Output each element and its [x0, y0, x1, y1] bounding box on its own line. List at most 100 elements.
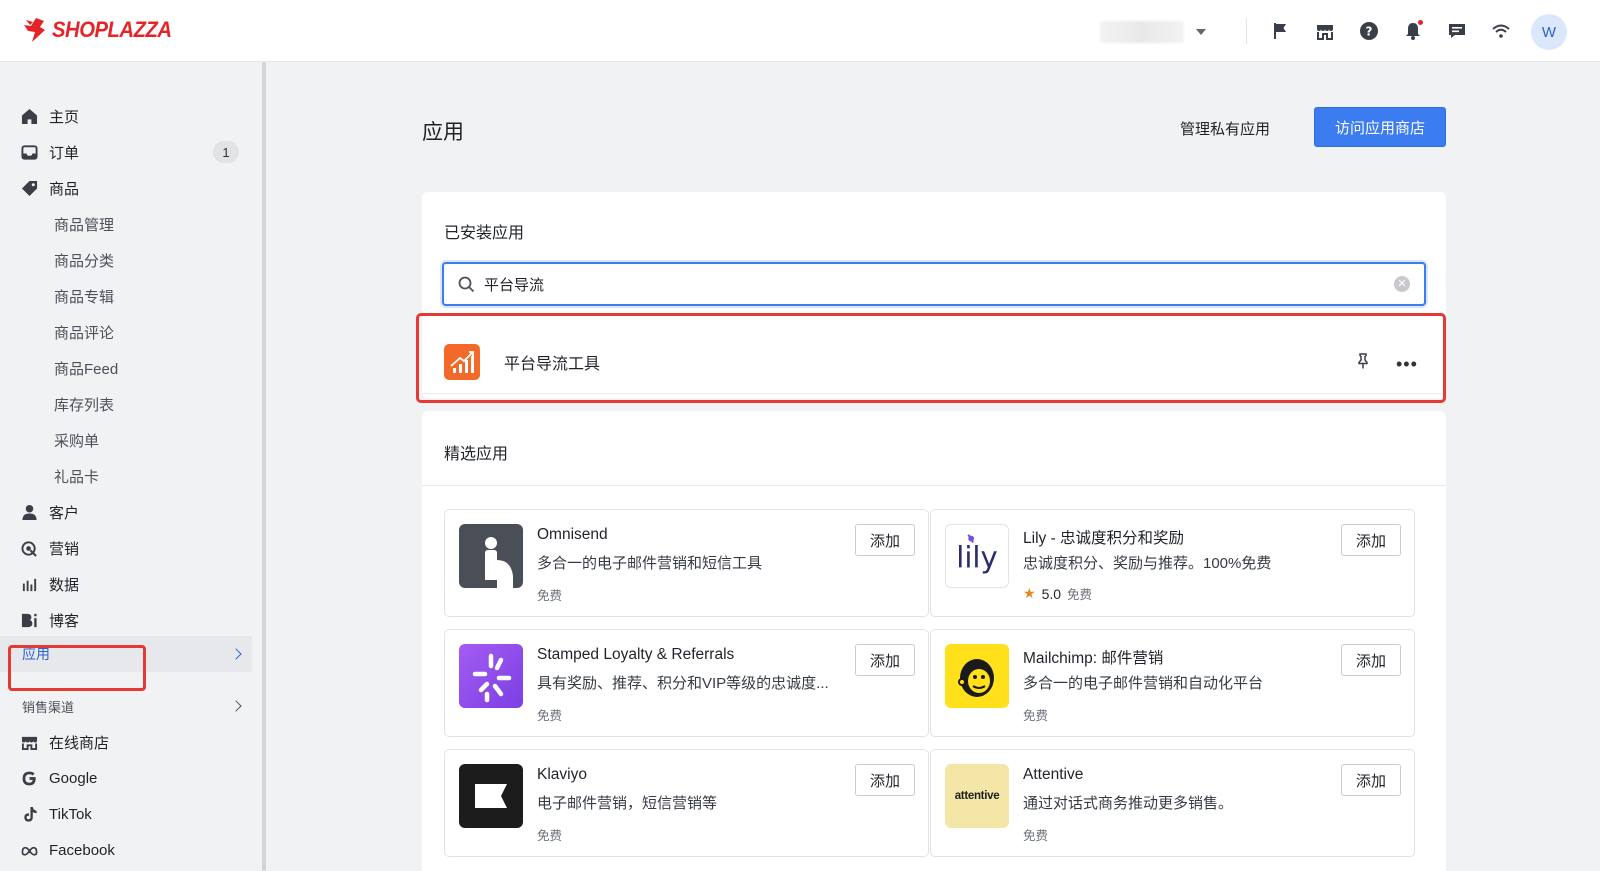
chevron-down-icon: [1196, 29, 1206, 35]
featured-divider: [422, 485, 1446, 486]
app-description: 具有奖励、推荐、积分和VIP等级的忠诚度...: [537, 675, 829, 692]
app-name: Omnisend: [537, 526, 608, 543]
sidebar-channel-google[interactable]: Google: [0, 760, 252, 796]
sidebar-item-label: 客户: [49, 504, 80, 522]
store-selector[interactable]: [1100, 20, 1226, 44]
meta-icon: [20, 841, 38, 859]
blog-icon: [20, 611, 38, 629]
sidebar: 主页 订单 1 商品 商品管理 商品分类 商品专辑 商品评论 商品Feed 库存…: [0, 62, 262, 871]
app-description: 通过对话式商务推动更多销售。: [1023, 795, 1234, 812]
sidebar-subitem-categories[interactable]: 商品分类: [0, 242, 252, 278]
sales-channels-header[interactable]: 销售渠道: [0, 688, 252, 724]
attentive-logo-text: attentive: [954, 790, 1000, 802]
add-app-button[interactable]: 添加: [1341, 764, 1401, 796]
store-icon: [20, 733, 38, 751]
add-app-button[interactable]: 添加: [1341, 524, 1401, 556]
sidebar-scrollbar[interactable]: [262, 62, 266, 871]
help-icon[interactable]: ?: [1358, 20, 1380, 42]
sidebar-subitem-reviews[interactable]: 商品评论: [0, 314, 252, 350]
sidebar-subitem-label: 商品评论: [54, 324, 115, 342]
sidebar-item-home[interactable]: 主页: [0, 98, 252, 134]
wifi-icon[interactable]: [1490, 20, 1512, 42]
sidebar-item-products[interactable]: 商品: [0, 170, 252, 206]
manage-private-apps-button[interactable]: 管理私有应用: [1180, 118, 1270, 139]
visit-app-store-button[interactable]: 访问应用商店: [1314, 107, 1446, 147]
installed-apps-search[interactable]: ✕: [442, 262, 1426, 306]
app-price: 免费: [537, 829, 563, 843]
sidebar-subitem-label: 商品专辑: [54, 288, 115, 306]
sidebar-channel-tiktok[interactable]: TikTok: [0, 796, 252, 832]
sidebar-item-customers[interactable]: 客户: [0, 494, 252, 530]
brand-name: SHOPLAZZA: [52, 17, 172, 42]
sidebar-channel-facebook[interactable]: Facebook: [0, 832, 252, 868]
app-price: 免费: [1023, 709, 1049, 723]
topbar-divider: [1246, 18, 1247, 44]
sidebar-item-blog[interactable]: 博客: [0, 602, 252, 638]
tag-icon: [20, 179, 38, 197]
app-tile-mailchimp[interactable]: Mailchimp: 邮件营销 多合一的电子邮件营销和自动化平台 免费 添加: [930, 629, 1415, 737]
add-app-button[interactable]: 添加: [855, 524, 915, 556]
app-price: 免费: [537, 589, 563, 603]
orders-count-badge: 1: [213, 141, 239, 163]
sidebar-subitem-label: 商品管理: [54, 216, 115, 234]
clear-search-icon[interactable]: ✕: [1394, 276, 1410, 292]
sidebar-subitem-collections[interactable]: 商品专辑: [0, 278, 252, 314]
bell-icon[interactable]: [1402, 20, 1424, 42]
sidebar-item-label: Facebook: [49, 841, 115, 859]
sidebar-item-label: 数据: [49, 576, 80, 594]
app-name: Attentive: [1023, 766, 1084, 783]
sidebar-item-label: TikTok: [49, 805, 92, 823]
app-name: Mailchimp: 邮件营销: [1023, 650, 1164, 667]
sidebar-item-label: 商品: [49, 180, 80, 198]
sidebar-subitem-gift-cards[interactable]: 礼品卡: [0, 458, 252, 494]
highlight-box-installed-app: [416, 313, 1446, 403]
sidebar-item-label: 订单: [49, 144, 80, 162]
sidebar-item-label: 营销: [49, 540, 80, 558]
flag-icon[interactable]: [1270, 20, 1292, 42]
google-icon: [20, 769, 38, 787]
notification-dot: [1418, 20, 1423, 25]
app-tile-stamped[interactable]: Stamped Loyalty & Referrals 具有奖励、推荐、积分和V…: [444, 629, 929, 737]
shoplazza-logo[interactable]: SHOPLAZZA: [22, 17, 182, 43]
chevron-right-icon: [230, 700, 242, 712]
sidebar-subitem-purchase-orders[interactable]: 采购单: [0, 422, 252, 458]
app-description: 忠诚度积分、奖励与推荐。100%免费: [1023, 555, 1272, 572]
sidebar-subitem-label: 商品分类: [54, 252, 115, 270]
sidebar-subitem-label: 礼品卡: [54, 468, 100, 486]
app-description: 电子邮件营销，短信营销等: [537, 795, 718, 812]
featured-apps-card: 精选应用 Omnisend 多合一的电子邮件营销和短信工具 免费 添加 lily…: [422, 411, 1446, 871]
top-bar: SHOPLAZZA ? W: [0, 0, 1600, 62]
app-description: 多合一的电子邮件营销和自动化平台: [1023, 675, 1264, 692]
highlight-box-apps: [8, 645, 146, 691]
app-tile-lily[interactable]: lily Lily - 忠诚度积分和奖励 忠诚度积分、奖励与推荐。100%免费 …: [930, 509, 1415, 617]
store-icon[interactable]: [1314, 20, 1336, 42]
page-title: 应用: [422, 121, 464, 144]
add-app-button[interactable]: 添加: [1341, 644, 1401, 676]
app-tile-klaviyo[interactable]: Klaviyo 电子邮件营销，短信营销等 免费 添加: [444, 749, 929, 857]
app-tile-attentive[interactable]: attentive Attentive 通过对话式商务推动更多销售。 免费 添加: [930, 749, 1415, 857]
rating-value: 5.0: [1041, 585, 1062, 602]
app-tile-omnisend[interactable]: Omnisend 多合一的电子邮件营销和短信工具 免费 添加: [444, 509, 929, 617]
search-input[interactable]: [484, 272, 1384, 296]
add-app-button[interactable]: 添加: [855, 644, 915, 676]
app-rating: ★ 5.0 免费: [1023, 584, 1092, 603]
sidebar-item-orders[interactable]: 订单 1: [0, 134, 252, 170]
add-app-button[interactable]: 添加: [855, 764, 915, 796]
sidebar-subitem-label: 商品Feed: [54, 360, 119, 378]
sidebar-subitem-inventory[interactable]: 库存列表: [0, 386, 252, 422]
sidebar-subitem-feed[interactable]: 商品Feed: [0, 350, 252, 386]
sidebar-item-marketing[interactable]: 营销: [0, 530, 252, 566]
svg-text:?: ?: [1366, 25, 1373, 39]
featured-apps-title: 精选应用: [444, 446, 509, 463]
avatar[interactable]: W: [1531, 14, 1567, 50]
chevron-right-icon: [230, 648, 242, 660]
app-price: 免费: [1023, 829, 1049, 843]
sidebar-item-analytics[interactable]: 数据: [0, 566, 252, 602]
tiktok-icon: [20, 805, 38, 823]
sidebar-subitem-product-management[interactable]: 商品管理: [0, 206, 252, 242]
inbox-icon: [20, 143, 38, 161]
omnisend-logo: [459, 524, 523, 588]
message-icon[interactable]: [1446, 20, 1468, 42]
sidebar-channel-online-store[interactable]: 在线商店: [0, 724, 252, 760]
sidebar-item-label: 在线商店: [49, 734, 110, 752]
